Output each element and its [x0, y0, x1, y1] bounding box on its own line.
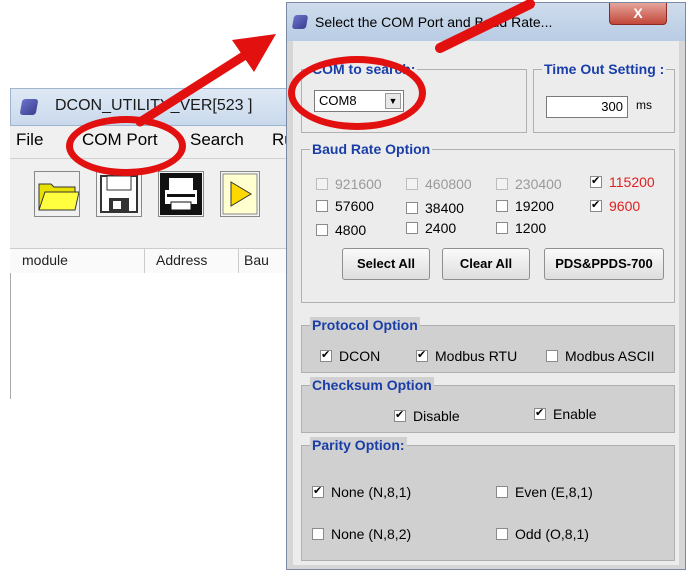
baud-option[interactable]: 9600: [590, 198, 640, 214]
parity-none-n81[interactable]: None (N,8,1): [312, 484, 411, 500]
dialog-app-icon: [291, 15, 309, 29]
checkbox[interactable]: [320, 348, 332, 362]
select-all-button[interactable]: Select All: [342, 248, 430, 280]
baud-option[interactable]: 460800: [406, 176, 472, 192]
checksum-title: Checksum Option: [310, 377, 434, 393]
col-module[interactable]: module: [22, 252, 68, 268]
checkbox[interactable]: [534, 406, 546, 420]
parity-title: Parity Option:: [310, 437, 407, 453]
timeout-input[interactable]: 300: [546, 96, 628, 118]
baud-option[interactable]: 2400: [406, 220, 456, 236]
baud-option[interactable]: 921600: [316, 176, 382, 192]
col-baud[interactable]: Bau: [244, 252, 269, 268]
checkbox[interactable]: [316, 178, 328, 190]
checkbox[interactable]: [406, 222, 418, 234]
checksum-disable[interactable]: Disable: [394, 408, 460, 424]
checkbox[interactable]: [394, 408, 406, 422]
module-table-body: [10, 273, 297, 399]
baud-option[interactable]: 115200: [590, 174, 655, 190]
checkbox[interactable]: [312, 484, 324, 498]
checkbox[interactable]: [312, 528, 324, 540]
highlight-ellipse-com-port: [66, 116, 186, 176]
baud-option[interactable]: 230400: [496, 176, 562, 192]
menu-file[interactable]: File: [16, 130, 43, 150]
checkbox[interactable]: [316, 224, 328, 236]
checksum-group: Checksum Option Disable Enable: [301, 377, 675, 433]
baud-option[interactable]: 4800: [316, 222, 366, 238]
save-disk-icon: [100, 175, 138, 213]
checkbox[interactable]: [496, 200, 508, 212]
pds-ppds-700-button[interactable]: PDS&PPDS-700: [544, 248, 664, 280]
dialog-title: Select the COM Port and Baud Rate...: [315, 14, 553, 30]
checkbox[interactable]: [590, 174, 602, 188]
dialog-close-button[interactable]: X: [609, 3, 667, 25]
col-separator: [238, 249, 239, 273]
play-icon: [222, 173, 258, 215]
print-button[interactable]: [158, 171, 204, 217]
protocol-modbus-rtu[interactable]: Modbus RTU: [416, 348, 517, 364]
col-separator: [144, 249, 145, 273]
baud-option[interactable]: 19200: [496, 198, 554, 214]
checkbox[interactable]: [496, 486, 508, 498]
timeout-unit: ms: [636, 98, 652, 112]
highlight-ellipse-com-select: [288, 56, 426, 130]
dialog-titlebar: Select the COM Port and Baud Rate... X: [287, 3, 685, 41]
module-table-header: module Address Bau: [10, 248, 305, 274]
checkbox[interactable]: [416, 348, 428, 362]
dcon-app-icon: [19, 99, 39, 115]
checksum-enable[interactable]: Enable: [534, 406, 597, 422]
checkbox[interactable]: [496, 528, 508, 540]
dcon-window-title: DCON_UTILITY_VER[523 ]: [55, 97, 253, 114]
protocol-title: Protocol Option: [310, 317, 420, 333]
baud-option[interactable]: 1200: [496, 220, 546, 236]
checkbox[interactable]: [546, 350, 558, 362]
checkbox[interactable]: [590, 198, 602, 212]
open-folder-button[interactable]: [34, 171, 80, 217]
protocol-dcon[interactable]: DCON: [320, 348, 380, 364]
save-button[interactable]: [96, 171, 142, 217]
print-icon: [160, 173, 202, 215]
parity-none-n82[interactable]: None (N,8,2): [312, 526, 411, 542]
run-button[interactable]: [220, 171, 260, 217]
baud-option[interactable]: 38400: [406, 200, 464, 216]
open-folder-icon: [38, 183, 80, 211]
protocol-modbus-ascii[interactable]: Modbus ASCII: [546, 348, 655, 364]
checkbox[interactable]: [406, 178, 418, 190]
menu-search[interactable]: Search: [190, 130, 244, 150]
timeout-title: Time Out Setting :: [542, 61, 667, 77]
baud-rate-title: Baud Rate Option: [310, 141, 433, 157]
clear-all-button[interactable]: Clear All: [442, 248, 530, 280]
checkbox[interactable]: [406, 202, 418, 214]
baud-rate-group: Baud Rate Option 921600 460800 230400 11…: [301, 141, 675, 303]
timeout-group: Time Out Setting : 300 ms: [533, 61, 675, 133]
baud-option[interactable]: 57600: [316, 198, 374, 214]
parity-odd-o81[interactable]: Odd (O,8,1): [496, 526, 589, 542]
protocol-group: Protocol Option DCON Modbus RTU Modbus A…: [301, 317, 675, 373]
dcon-toolbar: [10, 159, 305, 249]
parity-even-e81[interactable]: Even (E,8,1): [496, 484, 593, 500]
parity-group: Parity Option: None (N,8,1) Even (E,8,1)…: [301, 437, 675, 561]
checkbox[interactable]: [496, 222, 508, 234]
checkbox[interactable]: [316, 200, 328, 212]
checkbox[interactable]: [496, 178, 508, 190]
col-address[interactable]: Address: [156, 252, 207, 268]
